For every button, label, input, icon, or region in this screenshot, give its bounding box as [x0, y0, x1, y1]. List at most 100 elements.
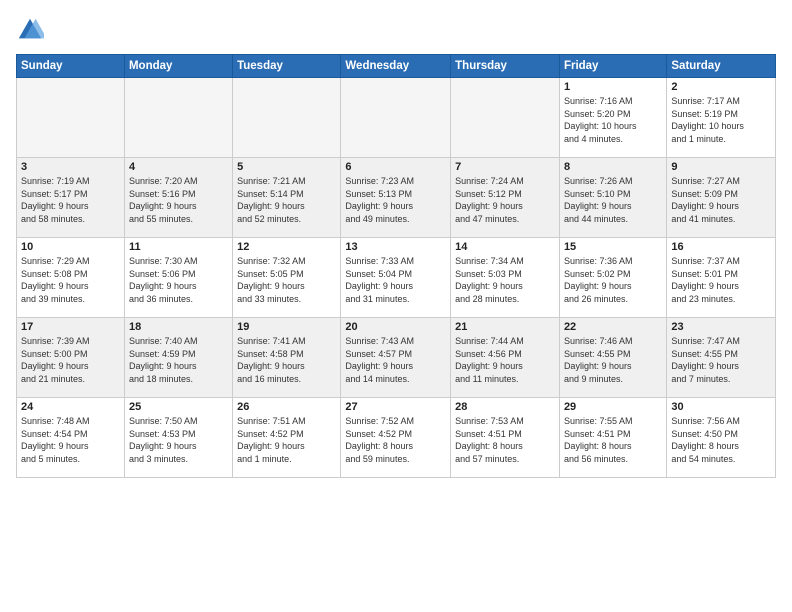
day-number: 7	[455, 161, 555, 173]
calendar-cell: 25 Sunrise: 7:50 AM Sunset: 4:53 PM Dayli…	[124, 398, 232, 478]
week-row-1: 3 Sunrise: 7:19 AM Sunset: 5:17 PM Daylig…	[17, 158, 776, 238]
day-number: 25	[129, 401, 228, 413]
day-number: 22	[564, 321, 662, 333]
day-number: 4	[129, 161, 228, 173]
calendar-cell	[451, 78, 560, 158]
header-row: SundayMondayTuesdayWednesdayThursdayFrid…	[17, 55, 776, 78]
calendar-cell: 16 Sunrise: 7:37 AM Sunset: 5:01 PM Dayli…	[667, 238, 776, 318]
calendar-cell: 29 Sunrise: 7:55 AM Sunset: 4:51 PM Dayli…	[559, 398, 666, 478]
header-day-friday: Friday	[559, 55, 666, 78]
day-number: 23	[671, 321, 771, 333]
week-row-2: 10 Sunrise: 7:29 AM Sunset: 5:08 PM Dayli…	[17, 238, 776, 318]
calendar-cell: 7 Sunrise: 7:24 AM Sunset: 5:12 PM Daylig…	[451, 158, 560, 238]
calendar-cell: 19 Sunrise: 7:41 AM Sunset: 4:58 PM Dayli…	[233, 318, 341, 398]
day-info: Sunrise: 7:32 AM Sunset: 5:05 PM Dayligh…	[237, 255, 336, 305]
day-info: Sunrise: 7:44 AM Sunset: 4:56 PM Dayligh…	[455, 335, 555, 385]
header-day-wednesday: Wednesday	[341, 55, 451, 78]
day-number: 24	[21, 401, 120, 413]
calendar-cell: 20 Sunrise: 7:43 AM Sunset: 4:57 PM Dayli…	[341, 318, 451, 398]
day-number: 16	[671, 241, 771, 253]
calendar-cell: 11Sunrise: 7:30 AM Sunset: 5:06 PM Dayli…	[124, 238, 232, 318]
day-info: Sunrise: 7:26 AM Sunset: 5:10 PM Dayligh…	[564, 175, 662, 225]
header	[16, 16, 776, 44]
calendar-cell: 13Sunrise: 7:33 AM Sunset: 5:04 PM Dayli…	[341, 238, 451, 318]
calendar-cell: 2 Sunrise: 7:17 AM Sunset: 5:19 PM Daylig…	[667, 78, 776, 158]
week-row-4: 24Sunrise: 7:48 AM Sunset: 4:54 PM Dayli…	[17, 398, 776, 478]
day-info: Sunrise: 7:50 AM Sunset: 4:53 PM Dayligh…	[129, 415, 228, 465]
day-info: Sunrise: 7:20 AM Sunset: 5:16 PM Dayligh…	[129, 175, 228, 225]
day-number: 5	[237, 161, 336, 173]
calendar-cell: 23 Sunrise: 7:47 AM Sunset: 4:55 PM Dayli…	[667, 318, 776, 398]
day-info: Sunrise: 7:29 AM Sunset: 5:08 PM Dayligh…	[21, 255, 120, 305]
calendar-cell: 21 Sunrise: 7:44 AM Sunset: 4:56 PM Dayli…	[451, 318, 560, 398]
calendar-cell: 9 Sunrise: 7:27 AM Sunset: 5:09 PM Daylig…	[667, 158, 776, 238]
calendar-cell: 17 Sunrise: 7:39 AM Sunset: 5:00 PM Dayli…	[17, 318, 125, 398]
calendar-cell: 30 Sunrise: 7:56 AM Sunset: 4:50 PM Dayli…	[667, 398, 776, 478]
day-number: 10	[21, 241, 120, 253]
page-container: SundayMondayTuesdayWednesdayThursdayFrid…	[0, 0, 792, 612]
day-number: 18	[129, 321, 228, 333]
logo	[16, 16, 48, 44]
day-info: Sunrise: 7:56 AM Sunset: 4:50 PM Dayligh…	[671, 415, 771, 465]
day-number: 2	[671, 81, 771, 93]
day-number: 30	[671, 401, 771, 413]
day-info: Sunrise: 7:34 AM Sunset: 5:03 PM Dayligh…	[455, 255, 555, 305]
day-number: 8	[564, 161, 662, 173]
day-number: 6	[345, 161, 446, 173]
calendar-cell	[341, 78, 451, 158]
day-info: Sunrise: 7:52 AM Sunset: 4:52 PM Dayligh…	[345, 415, 446, 465]
day-number: 27	[345, 401, 446, 413]
logo-icon	[16, 16, 44, 44]
day-info: Sunrise: 7:40 AM Sunset: 4:59 PM Dayligh…	[129, 335, 228, 385]
calendar-cell: 8 Sunrise: 7:26 AM Sunset: 5:10 PM Daylig…	[559, 158, 666, 238]
calendar-cell: 5 Sunrise: 7:21 AM Sunset: 5:14 PM Daylig…	[233, 158, 341, 238]
day-info: Sunrise: 7:23 AM Sunset: 5:13 PM Dayligh…	[345, 175, 446, 225]
day-number: 12	[237, 241, 336, 253]
calendar-cell: 26Sunrise: 7:51 AM Sunset: 4:52 PM Dayli…	[233, 398, 341, 478]
day-info: Sunrise: 7:37 AM Sunset: 5:01 PM Dayligh…	[671, 255, 771, 305]
day-number: 15	[564, 241, 662, 253]
calendar-cell: 3 Sunrise: 7:19 AM Sunset: 5:17 PM Daylig…	[17, 158, 125, 238]
day-number: 21	[455, 321, 555, 333]
header-day-sunday: Sunday	[17, 55, 125, 78]
day-info: Sunrise: 7:43 AM Sunset: 4:57 PM Dayligh…	[345, 335, 446, 385]
day-info: Sunrise: 7:39 AM Sunset: 5:00 PM Dayligh…	[21, 335, 120, 385]
calendar-cell: 14 Sunrise: 7:34 AM Sunset: 5:03 PM Dayli…	[451, 238, 560, 318]
calendar-cell: 18 Sunrise: 7:40 AM Sunset: 4:59 PM Dayli…	[124, 318, 232, 398]
day-info: Sunrise: 7:51 AM Sunset: 4:52 PM Dayligh…	[237, 415, 336, 465]
calendar-cell: 15Sunrise: 7:36 AM Sunset: 5:02 PM Dayli…	[559, 238, 666, 318]
day-number: 28	[455, 401, 555, 413]
day-number: 3	[21, 161, 120, 173]
header-day-saturday: Saturday	[667, 55, 776, 78]
day-info: Sunrise: 7:27 AM Sunset: 5:09 PM Dayligh…	[671, 175, 771, 225]
day-number: 19	[237, 321, 336, 333]
day-info: Sunrise: 7:46 AM Sunset: 4:55 PM Dayligh…	[564, 335, 662, 385]
day-number: 1	[564, 81, 662, 93]
day-info: Sunrise: 7:47 AM Sunset: 4:55 PM Dayligh…	[671, 335, 771, 385]
calendar-cell	[124, 78, 232, 158]
calendar-cell: 4 Sunrise: 7:20 AM Sunset: 5:16 PM Daylig…	[124, 158, 232, 238]
calendar-cell: 27 Sunrise: 7:52 AM Sunset: 4:52 PM Dayli…	[341, 398, 451, 478]
day-number: 14	[455, 241, 555, 253]
day-number: 11	[129, 241, 228, 253]
day-number: 9	[671, 161, 771, 173]
day-number: 17	[21, 321, 120, 333]
week-row-0: 1 Sunrise: 7:16 AM Sunset: 5:20 PM Daylig…	[17, 78, 776, 158]
calendar-cell	[17, 78, 125, 158]
day-info: Sunrise: 7:33 AM Sunset: 5:04 PM Dayligh…	[345, 255, 446, 305]
header-day-tuesday: Tuesday	[233, 55, 341, 78]
week-row-3: 17 Sunrise: 7:39 AM Sunset: 5:00 PM Dayli…	[17, 318, 776, 398]
day-info: Sunrise: 7:41 AM Sunset: 4:58 PM Dayligh…	[237, 335, 336, 385]
header-day-monday: Monday	[124, 55, 232, 78]
day-info: Sunrise: 7:21 AM Sunset: 5:14 PM Dayligh…	[237, 175, 336, 225]
day-info: Sunrise: 7:19 AM Sunset: 5:17 PM Dayligh…	[21, 175, 120, 225]
day-number: 29	[564, 401, 662, 413]
day-info: Sunrise: 7:24 AM Sunset: 5:12 PM Dayligh…	[455, 175, 555, 225]
day-number: 20	[345, 321, 446, 333]
day-info: Sunrise: 7:55 AM Sunset: 4:51 PM Dayligh…	[564, 415, 662, 465]
day-info: Sunrise: 7:16 AM Sunset: 5:20 PM Dayligh…	[564, 95, 662, 145]
calendar: SundayMondayTuesdayWednesdayThursdayFrid…	[16, 54, 776, 478]
calendar-cell	[233, 78, 341, 158]
day-info: Sunrise: 7:17 AM Sunset: 5:19 PM Dayligh…	[671, 95, 771, 145]
calendar-cell: 22 Sunrise: 7:46 AM Sunset: 4:55 PM Dayli…	[559, 318, 666, 398]
